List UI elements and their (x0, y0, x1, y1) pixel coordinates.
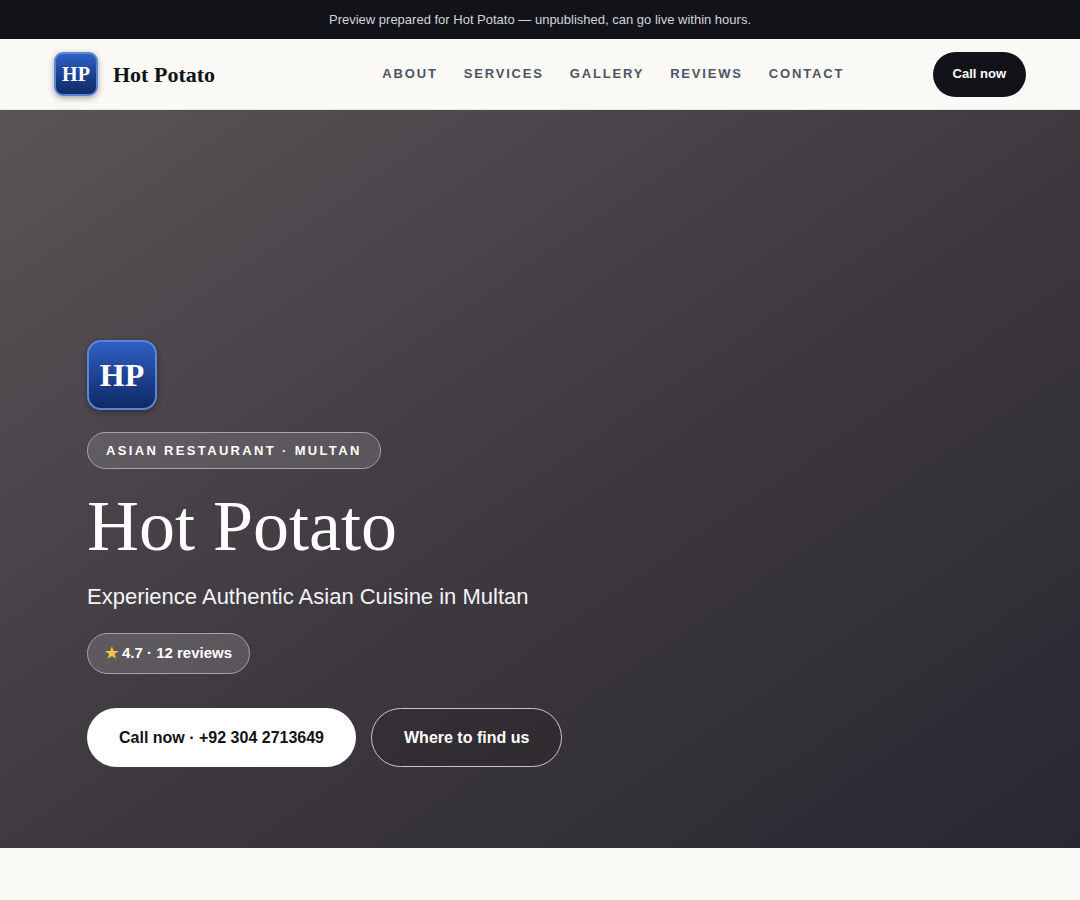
site-header: HP Hot Potato ABOUT SERVICES GALLERY REVIEWS C… (0, 39, 1080, 110)
nav-link[interactable]: REVIEWS (670, 64, 743, 84)
call-button[interactable]: Call now (933, 52, 1026, 97)
preview-banner: Preview prepared for Hot Potato — unpubl… (0, 0, 1080, 39)
page: Preview prepared for Hot Potato — unpubl… (0, 0, 1080, 900)
nav-link[interactable]: CONTACT (769, 64, 844, 84)
nav-link[interactable]: SERVICES (464, 64, 544, 84)
hero-subtitle: Experience Authentic Asian Cuisine in Mu… (87, 580, 1080, 613)
star-icon: ★ (105, 642, 118, 665)
call-now-button[interactable]: Call now · +92 304 2713649 (87, 708, 356, 767)
category-badge: ASIAN RESTAURANT · MULTAN (87, 432, 381, 469)
hero-title: Hot Potato (87, 487, 1080, 566)
nav-link[interactable]: ABOUT (382, 64, 437, 84)
logo-icon: HP (54, 52, 98, 96)
logo-icon: HP (87, 340, 157, 410)
hero: HP ASIAN RESTAURANT · MULTAN Hot Potato Exp… (0, 110, 1080, 848)
brand[interactable]: HP Hot Potato (54, 52, 354, 96)
main-nav: ABOUT SERVICES GALLERY REVIEWS CONTACT (354, 64, 933, 84)
rating-badge: ★4.7 · 12 reviews (87, 633, 250, 674)
brand-name: Hot Potato (113, 58, 215, 91)
hero-actions: Call now · +92 304 2713649 Where to find … (87, 708, 1080, 767)
find-us-button[interactable]: Where to find us (371, 708, 562, 767)
nav-link[interactable]: GALLERY (570, 64, 644, 84)
